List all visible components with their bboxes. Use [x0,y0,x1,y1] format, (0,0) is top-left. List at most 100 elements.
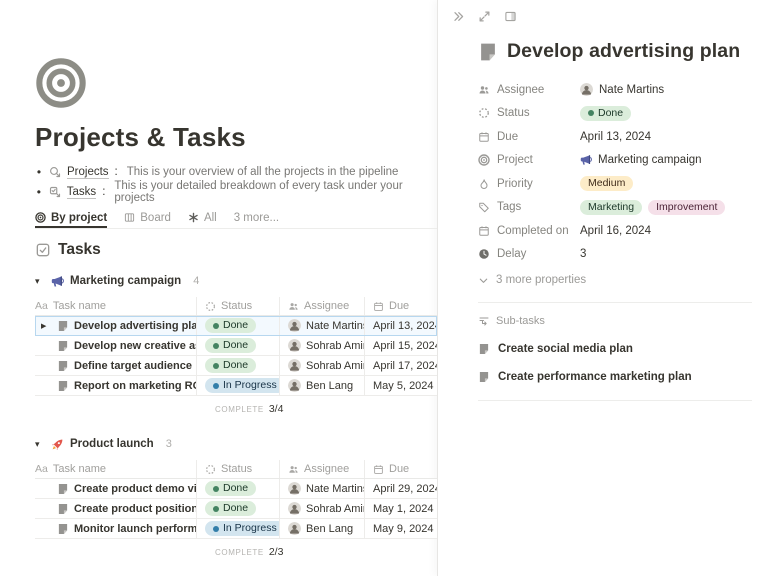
subtask-title: Create performance marketing plan [498,371,692,383]
property-text-value: April 16, 2024 [580,225,651,237]
property-label[interactable]: Assignee [478,84,580,96]
more-properties-button[interactable]: 3 more properties [478,274,752,286]
subtask-item[interactable]: Create performance marketing plan [478,366,752,387]
text-type-icon: Aa [35,463,48,475]
status-dot [213,506,219,512]
status-pill[interactable]: In Progress [205,521,280,536]
status-dot [213,363,219,369]
task-name-cell: Develop advertising plan [35,316,197,335]
tab-by-project[interactable]: By project [35,207,107,228]
table-row[interactable]: Monitor launch performanceIn ProgressBen… [35,519,437,539]
property-label-text: Priority [497,178,533,190]
column-header-due[interactable]: Due [365,460,437,478]
group-header[interactable]: ▾Product launch3 [35,435,437,453]
column-header-status[interactable]: Status [197,460,280,478]
double-chevron-right-icon[interactable] [452,10,465,23]
column-header-assignee[interactable]: Assignee [280,297,365,315]
app-window: Projects & Tasks •Projects:This is your … [0,0,768,576]
property-value[interactable]: Medium [580,176,633,191]
tab-board[interactable]: Board [124,207,171,228]
property-label[interactable]: Completed on [478,225,580,237]
bullet-text: This is your detailed breakdown of every… [114,180,437,204]
expand-diagonal-icon[interactable] [478,10,491,23]
property-value[interactable]: April 16, 2024 [580,225,651,237]
property-label-text: Assignee [497,84,544,96]
property-value[interactable]: Marketing campaign [580,154,702,166]
tab-label: By project [51,212,107,224]
subtask-item[interactable]: Create social media plan [478,338,752,359]
tab-label: All [204,212,217,224]
group-count: 4 [193,275,199,287]
table-row[interactable]: Define target audienceDoneSohrab AminApr… [35,356,437,376]
task-name: Develop advertising plan [74,320,197,332]
table-row[interactable]: Develop new creative assetsDoneSohrab Am… [35,336,437,356]
status-cell: In Progress [197,519,280,538]
side-peek-icon[interactable] [504,10,517,23]
table-row[interactable]: Create product demo video Done Nate Martin… [35,479,437,499]
column-header-assignee[interactable]: Assignee [280,460,365,478]
status-cell: Done [197,499,280,518]
group-toggle-icon[interactable]: ▾ [35,276,45,287]
property-value[interactable]: Marketing Improvement [580,200,725,215]
status-pill[interactable]: Done [205,318,256,333]
status-dot [588,110,594,116]
avatar [288,522,301,535]
status-cell: Done [197,316,280,335]
column-header-due[interactable]: Due [365,297,437,315]
status-pill[interactable]: Done [205,481,256,496]
property-row-status: StatusDone [478,102,752,126]
status-pill[interactable]: In Progress [205,378,280,393]
task-name-cell: Create product demo video [35,479,197,498]
table-row[interactable]: Create product positioningDoneSohrab Ami… [35,499,437,519]
assignee-name: Sohrab Amin [306,503,365,515]
property-label[interactable]: Priority [478,178,580,190]
property-value[interactable]: Done [580,106,631,121]
column-header-task-name[interactable]: AaTask name [35,460,197,478]
property-label[interactable]: Status [478,107,580,119]
table-header-row: AaTask name Status AssigneeDue [35,460,437,479]
tag-pill[interactable]: Improvement [648,200,725,215]
priority-pill[interactable]: Medium [580,176,633,191]
property-label[interactable]: Project [478,154,580,166]
bullet-link-tasks[interactable]: Tasks [67,186,96,199]
tab-all[interactable]: All [188,207,217,228]
complete-label: COMPLETE [215,405,264,414]
property-value[interactable]: April 13, 2024 [580,131,651,143]
page-icon [57,340,69,352]
column-label: Due [389,300,409,312]
assignee-cell: Sohrab Amin [280,499,365,518]
property-label[interactable]: Due [478,131,580,143]
property-label[interactable]: Delay [478,248,580,260]
status-dot [213,383,219,389]
property-value[interactable]: 3 [580,248,586,260]
tab-3-more-[interactable]: 3 more... [234,207,279,228]
subtasks-icon [478,315,490,327]
status-pill[interactable]: Done [205,358,256,373]
group-header[interactable]: ▾Marketing campaign4 [35,272,437,290]
property-label[interactable]: Tags [478,201,580,213]
table-row[interactable]: ▶Develop advertising planDoneNate Martin… [35,316,437,336]
bullet-item: •Projects:This is your overview of all t… [35,162,437,182]
tag-pill[interactable]: Marketing [580,200,642,215]
bullet-link-projects[interactable]: Projects [67,166,109,179]
page-title[interactable]: Projects & Tasks [35,122,437,153]
target-icon [35,212,46,223]
target-icon[interactable] [35,57,87,109]
property-value[interactable]: Nate Martins [580,83,664,96]
task-name-cell: Report on marketing ROI [35,376,197,395]
group-toggle-icon[interactable]: ▾ [35,439,45,450]
column-label: Status [221,463,252,475]
column-label: Task name [53,300,106,312]
assignee-cell: Nate Martins [280,479,365,498]
column-label: Status [221,300,252,312]
table-row[interactable]: Report on marketing ROIIn ProgressBen La… [35,376,437,396]
column-header-task-name[interactable]: AaTask name [35,297,197,315]
status-label: In Progress [223,522,277,535]
status-pill[interactable]: Done [580,106,631,121]
status-pill[interactable]: Done [205,338,256,353]
column-header-status[interactable]: Status [197,297,280,315]
page-icon [57,320,69,332]
row-expand-icon[interactable]: ▶ [41,322,46,330]
status-pill[interactable]: Done [205,501,256,516]
task-detail-title[interactable]: Develop advertising plan [507,40,740,63]
